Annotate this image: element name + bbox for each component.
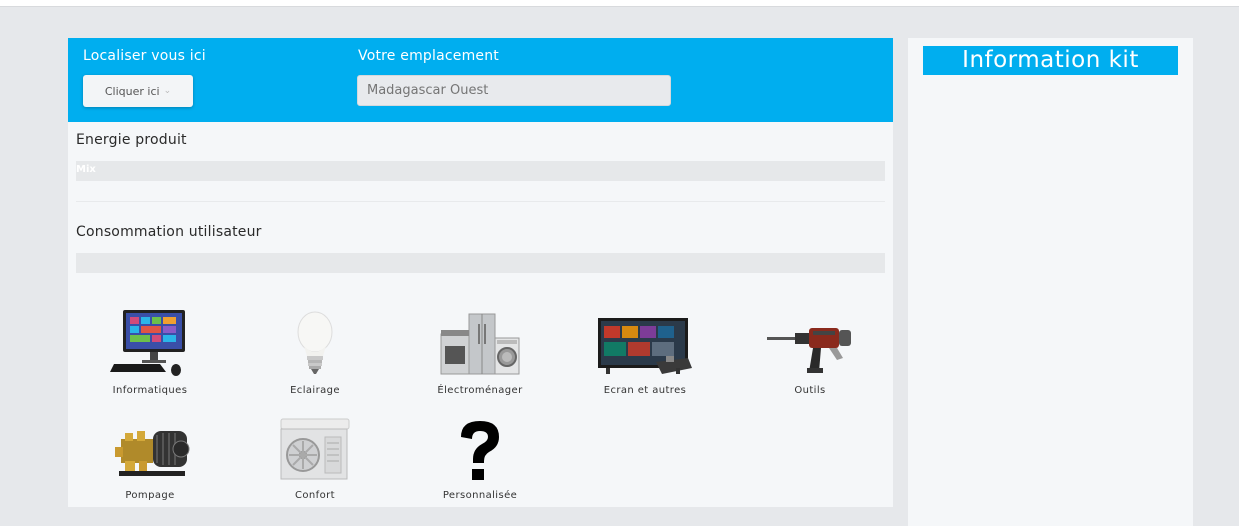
consumption-bar [76, 253, 885, 273]
energy-bar: Mix [76, 161, 885, 181]
locate-button-label: Cliquer ici [104, 84, 160, 98]
consumption-title: Consommation utilisateur [76, 224, 262, 240]
category-confort[interactable]: Confort [245, 411, 385, 501]
info-kit-panel: Information kit [908, 38, 1193, 526]
divider [76, 201, 885, 202]
category-label: Personnalisée [442, 490, 518, 501]
location-input[interactable] [357, 75, 671, 106]
category-eclairage[interactable]: Eclairage [245, 306, 385, 396]
category-label: Confort [295, 490, 335, 501]
location-header: Localiser vous ici Cliquer ici ⌄ Votre e… [68, 38, 893, 122]
info-kit-title: Information kit [923, 46, 1178, 75]
category-informatiques[interactable]: Informatiques [80, 306, 220, 396]
air-conditioner-icon [245, 411, 385, 483]
question-mark-icon [410, 411, 550, 483]
locate-label: Localiser vous ici [83, 48, 206, 64]
category-label: Pompage [125, 490, 175, 501]
pump-icon [80, 411, 220, 483]
category-label: Électroménager [437, 385, 523, 396]
tv-screen-icon [575, 306, 715, 378]
category-ecran[interactable]: Ecran et autres [575, 306, 715, 396]
energy-bar-label: Mix [76, 164, 96, 175]
computer-icon [80, 306, 220, 378]
top-strip [0, 0, 1239, 7]
locate-button[interactable]: Cliquer ici ⌄ [83, 75, 193, 107]
category-personnalisee[interactable]: Personnalisée [410, 411, 550, 501]
category-label: Eclairage [290, 385, 340, 396]
light-bulb-icon [245, 306, 385, 378]
category-electromenager[interactable]: Électroménager [410, 306, 550, 396]
location-label: Votre emplacement [358, 48, 499, 64]
category-label: Outils [794, 385, 826, 396]
category-label: Ecran et autres [603, 385, 687, 396]
appliances-icon [410, 306, 550, 378]
chevron-down-icon: ⌄ [163, 86, 172, 96]
energy-title: Energie produit [76, 132, 187, 148]
category-outils[interactable]: Outils [740, 306, 880, 396]
category-label: Informatiques [112, 385, 188, 396]
drill-icon [740, 306, 880, 378]
category-pompage[interactable]: Pompage [80, 411, 220, 501]
main-card: Localiser vous ici Cliquer ici ⌄ Votre e… [68, 38, 893, 507]
